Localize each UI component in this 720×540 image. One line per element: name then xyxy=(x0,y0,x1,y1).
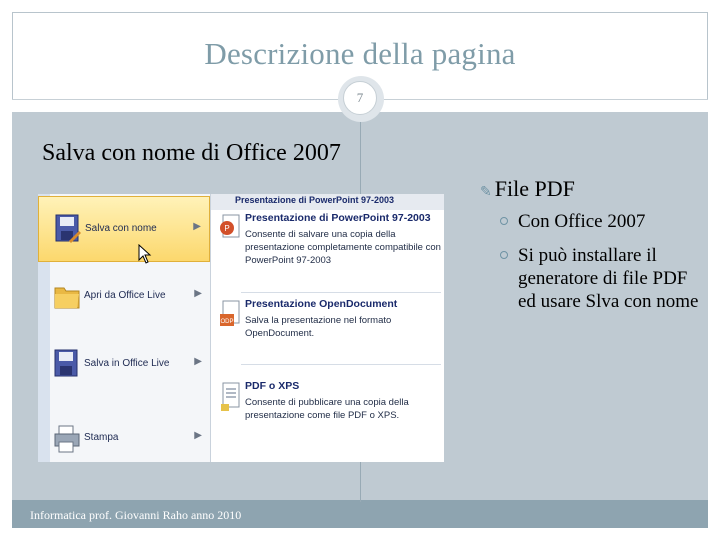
office-menu: Salva con nome ▶ Apri da Office Live ▶ S… xyxy=(38,194,210,462)
printer-icon xyxy=(54,425,80,453)
submenu-item-opendocument[interactable]: ODP Presentazione OpenDocument Salva la … xyxy=(211,298,444,360)
submenu-item-powerpoint-97-2003[interactable]: P Presentazione di PowerPoint 97-2003 Co… xyxy=(211,212,444,288)
menu-item-apri-da-office-live[interactable]: Apri da Office Live ▶ xyxy=(38,264,210,330)
bullet-text: File PDF xyxy=(494,176,575,201)
submenu-item-description: Consente di salvare una copia della pres… xyxy=(245,229,441,266)
slide: Descrizione della pagina 7 Salva con nom… xyxy=(0,0,720,540)
chevron-right-icon: ▶ xyxy=(194,430,202,441)
menu-item-label: Salva in Office Live xyxy=(84,358,170,369)
save-as-submenu: Presentazione di PowerPoint 97-2003 P Pr… xyxy=(210,194,444,462)
slide-heading: Salva con nome di Office 2007 xyxy=(42,140,341,166)
menu-item-salva-in-office-live[interactable]: Salva in Office Live ▶ xyxy=(38,332,210,398)
submenu-divider xyxy=(241,292,441,293)
mouse-cursor-icon xyxy=(138,244,152,264)
submenu-divider xyxy=(241,364,441,365)
menu-item-label: Stampa xyxy=(84,432,119,443)
bullet-file-pdf: ✎ File PDF xyxy=(480,176,575,202)
sub-bullet-text: Con Office 2007 xyxy=(518,211,646,232)
sub-bullet-text: Si può installare il generatore di file … xyxy=(518,245,699,312)
submenu-header: Presentazione di PowerPoint 97-2003 xyxy=(211,194,444,210)
menu-item-stampa[interactable]: Stampa ▶ xyxy=(38,406,210,462)
menu-item-label: Salva con nome xyxy=(85,223,157,234)
ring-bullet-icon xyxy=(500,251,508,259)
page-number: 7 xyxy=(343,81,377,115)
folder-icon xyxy=(54,287,80,309)
chevron-right-icon: ▶ xyxy=(193,221,201,232)
svg-text:ODP: ODP xyxy=(220,319,233,325)
sub-bullet-1: Con Office 2007 xyxy=(500,210,704,233)
pdf-file-icon xyxy=(221,382,240,411)
odp-file-icon: ODP xyxy=(220,300,240,326)
submenu-item-title: Presentazione di PowerPoint 97-2003 xyxy=(245,212,431,224)
chevron-right-icon: ▶ xyxy=(194,356,202,367)
chevron-right-icon: ▶ xyxy=(194,288,202,299)
powerpoint-file-icon: P xyxy=(220,214,240,238)
save-as-screenshot: Salva con nome ▶ Apri da Office Live ▶ S… xyxy=(38,194,444,462)
submenu-item-pdf-xps[interactable]: PDF o XPS Consente di pubblicare una cop… xyxy=(211,380,444,450)
sub-bullet-2: Si può installare il generatore di file … xyxy=(500,244,704,313)
submenu-item-title: PDF o XPS xyxy=(245,380,300,392)
menu-item-label: Apri da Office Live xyxy=(84,290,166,301)
submenu-item-description: Salva la presentazione nel formato OpenD… xyxy=(245,315,392,339)
submenu-item-title: Presentazione OpenDocument xyxy=(245,298,398,310)
submenu-item-description: Consente di pubblicare una copia della p… xyxy=(245,397,409,421)
slide-title: Descrizione della pagina xyxy=(204,36,516,71)
slide-footer: Informatica prof. Giovanni Raho anno 201… xyxy=(30,508,242,522)
floppy-disk-icon xyxy=(54,349,78,377)
menu-item-salva-con-nome[interactable]: Salva con nome ▶ xyxy=(38,196,210,262)
ring-bullet-icon xyxy=(500,217,508,225)
submenu-header-label: Presentazione di PowerPoint 97-2003 xyxy=(235,195,395,205)
svg-text:P: P xyxy=(224,224,229,233)
bullet-marker-icon: ✎ xyxy=(480,185,492,200)
floppy-disk-icon xyxy=(55,214,81,243)
